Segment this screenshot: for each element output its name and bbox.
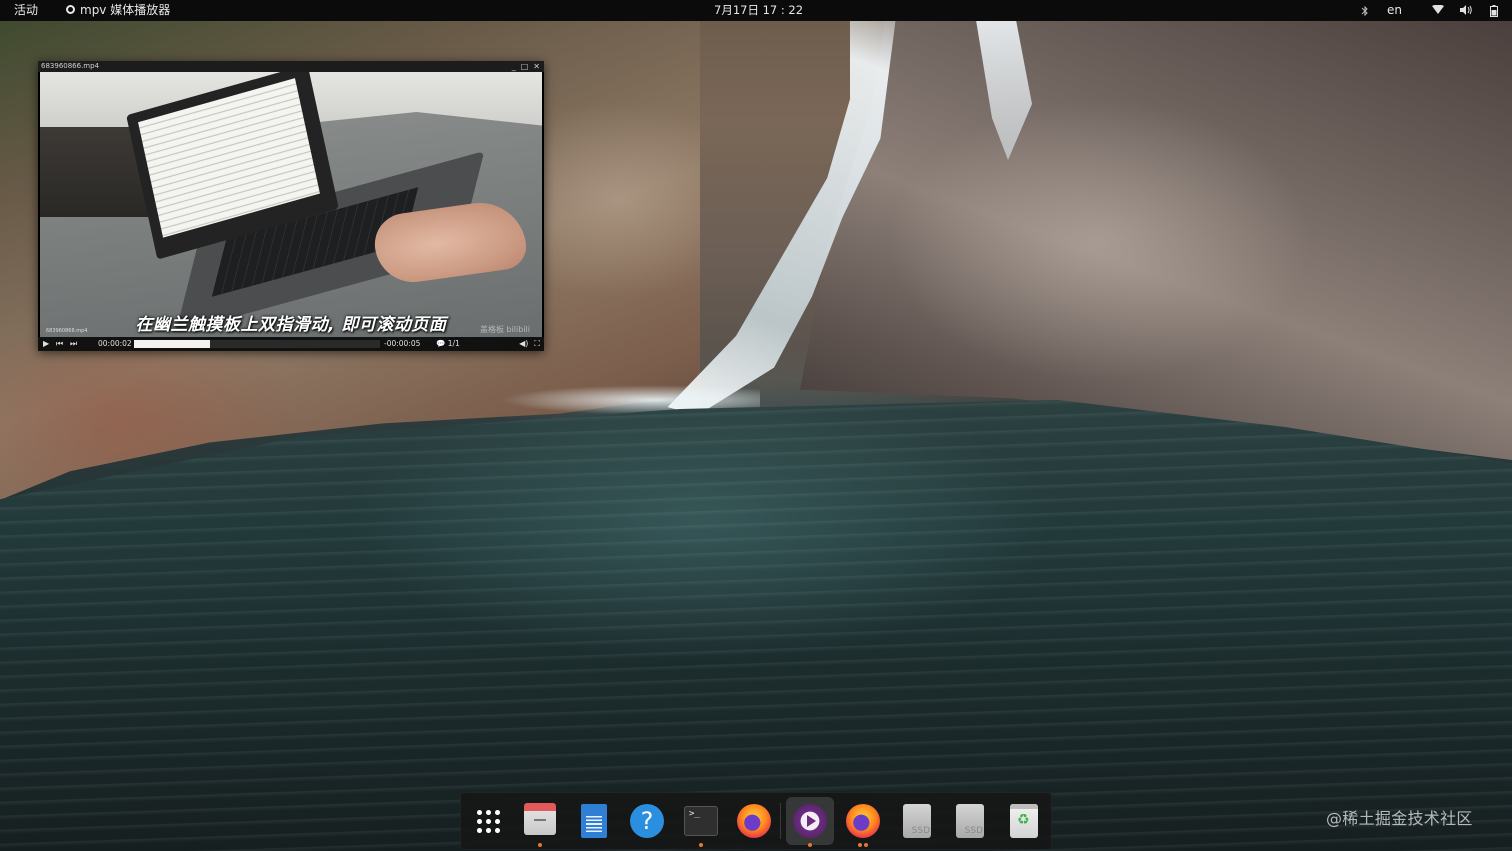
subtitle-track[interactable]: 💬 1/1: [436, 337, 460, 351]
skip-forward-icon[interactable]: ⏭: [70, 337, 77, 351]
running-indicator: [858, 843, 862, 847]
mpv-icon: [793, 804, 827, 838]
time-remaining[interactable]: -00:00:05: [384, 337, 420, 351]
system-tray[interactable]: en: [1359, 0, 1500, 21]
show-apps-button[interactable]: [470, 803, 506, 839]
fullscreen-icon[interactable]: ⛶: [534, 337, 540, 351]
video-subtitle: 在幽兰触摸板上双指滑动, 即可滚动页面: [135, 315, 447, 335]
wallpaper-pool: [0, 400, 1512, 851]
terminal-icon: >_: [684, 806, 718, 836]
clock[interactable]: 7月17日 17 : 22: [714, 0, 803, 21]
dock-separator: [780, 803, 781, 839]
seek-bar[interactable]: [134, 340, 380, 348]
skip-back-icon[interactable]: ⏮: [56, 337, 63, 351]
bluetooth-icon[interactable]: [1359, 5, 1371, 17]
firefox-icon: [846, 804, 880, 838]
running-indicator: [808, 843, 812, 847]
battery-icon[interactable]: [1488, 4, 1500, 17]
time-elapsed[interactable]: 00:00:02: [98, 337, 132, 351]
video-frame[interactable]: 在幽兰触摸板上双指滑动, 即可滚动页面 683960866.mp4 盖格板 bi…: [40, 72, 542, 337]
trash-icon: ♻: [1010, 804, 1038, 838]
dock-item-ssd-2[interactable]: SSD: [952, 803, 988, 839]
mpv-window[interactable]: 683960866.mp4 _ □ ✕ 在幽兰触摸板上双指滑动, 即可滚动页面 …: [38, 61, 544, 351]
volume-icon[interactable]: [1460, 4, 1472, 17]
window-title: 683960866.mp4: [41, 62, 100, 70]
running-indicator: [864, 843, 868, 847]
volume-control-icon[interactable]: ◀): [519, 337, 528, 351]
dock-item-firefox[interactable]: [736, 803, 772, 839]
app-menu[interactable]: mpv 媒体播放器: [66, 0, 170, 21]
play-icon[interactable]: ▶: [43, 337, 49, 351]
running-indicator: [699, 843, 703, 847]
mpv-titlebar[interactable]: 683960866.mp4 _ □ ✕: [38, 61, 544, 72]
video-watermark: 盖格板 bilibili: [479, 325, 530, 334]
activities-button[interactable]: 活动: [14, 0, 38, 21]
help-icon: ?: [630, 804, 664, 838]
seek-bar-fill: [134, 340, 211, 348]
running-indicator: [538, 843, 542, 847]
firefox-icon: [737, 804, 771, 838]
dock-item-text-editor[interactable]: [576, 803, 612, 839]
files-icon: [524, 803, 556, 835]
dock-item-files[interactable]: [522, 803, 558, 847]
subtitle-track-label: 1/1: [447, 339, 460, 348]
wallpaper-rock-right: [800, 20, 1512, 460]
app-menu-label: mpv 媒体播放器: [80, 3, 171, 17]
text-editor-icon: [581, 804, 607, 838]
app-grid-icon: [475, 808, 501, 834]
mpv-app-icon: [66, 5, 75, 14]
dock-item-mpv[interactable]: [786, 797, 834, 847]
close-button[interactable]: ✕: [533, 61, 540, 72]
dock-item-ssd-1[interactable]: SSD: [899, 803, 935, 839]
osd-title: 683960866.mp4: [46, 328, 88, 334]
dock-item-help[interactable]: ?: [629, 803, 665, 839]
dock-item-terminal[interactable]: >_: [683, 803, 719, 847]
osc-right-buttons: ◀) ⛶: [519, 337, 540, 351]
brand-watermark: @稀土掘金技术社区: [1326, 809, 1473, 828]
window-controls: _ □ ✕: [512, 61, 540, 72]
dock-item-firefox-2[interactable]: [845, 803, 881, 847]
on-screen-controller[interactable]: ▶ ⏮ ⏭ 00:00:02 -00:00:05 💬 1/1 ◀) ⛶: [38, 337, 544, 351]
dock: ? >_ SSD SSD ♻: [460, 792, 1052, 850]
maximize-button[interactable]: □: [521, 61, 529, 72]
subtitle-icon: 💬: [436, 339, 446, 348]
wifi-icon[interactable]: [1432, 4, 1444, 17]
language-indicator[interactable]: en: [1387, 0, 1402, 21]
dock-item-trash[interactable]: ♻: [1006, 803, 1042, 839]
top-bar: 活动 mpv 媒体播放器 7月17日 17 : 22 en: [0, 0, 1512, 21]
minimize-button[interactable]: _: [512, 61, 516, 72]
ssd-drive-icon: SSD: [956, 804, 984, 838]
ssd-drive-icon: SSD: [903, 804, 931, 838]
